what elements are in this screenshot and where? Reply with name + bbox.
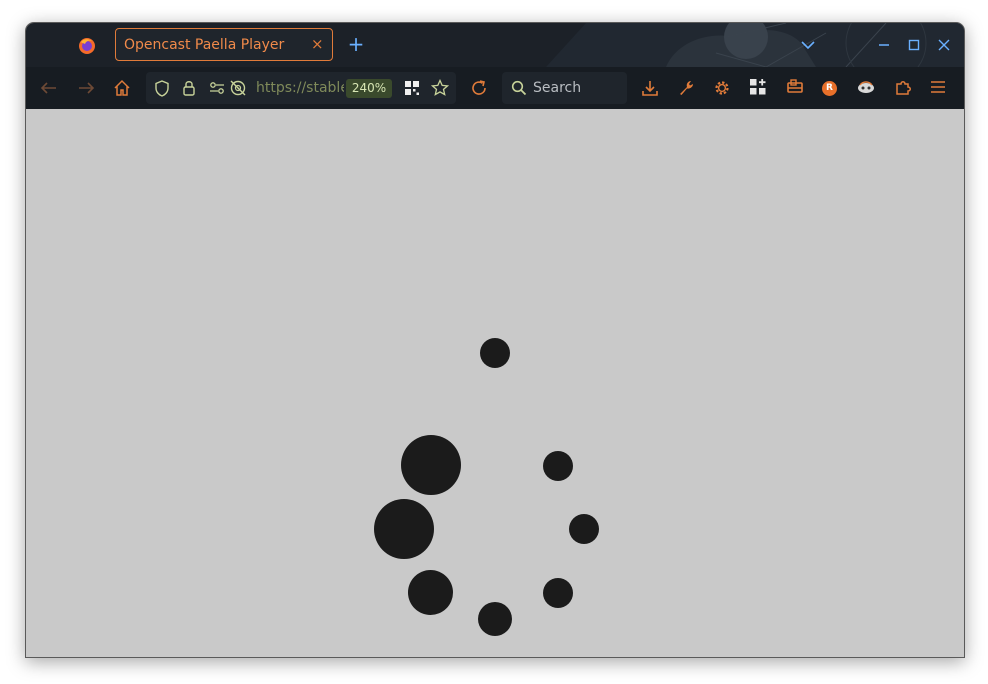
back-arrow-icon[interactable] (40, 80, 58, 96)
download-icon[interactable] (641, 79, 659, 97)
addon-icon[interactable] (857, 79, 875, 95)
minimize-button[interactable] (874, 35, 894, 55)
spinner-dot (569, 514, 599, 544)
browser-window: Opencast Paella Player × + https://stabl… (25, 22, 965, 658)
reload-icon[interactable] (470, 79, 488, 97)
spinner-dot (543, 578, 573, 608)
spinner-dot (480, 338, 510, 368)
new-tab-button[interactable]: + (346, 34, 366, 54)
tab-title: Opencast Paella Player (124, 37, 285, 53)
home-icon[interactable] (113, 79, 131, 97)
chevron-down-icon[interactable] (800, 37, 816, 53)
url-bar[interactable]: https://stable.opencast.org/paella/ui/wa… (146, 72, 456, 104)
zoom-indicator[interactable]: 240% (346, 79, 392, 98)
spinner-dot (478, 602, 512, 636)
bookmark-star-icon[interactable] (431, 79, 449, 97)
url-text[interactable]: https://stable.opencast.org/paella/ui/wa… (256, 80, 344, 96)
search-icon (511, 80, 527, 96)
extensions-puzzle-icon[interactable] (894, 78, 912, 96)
navigation-toolbar: https://stable.opencast.org/paella/ui/wa… (26, 67, 964, 109)
forward-arrow-icon[interactable] (77, 80, 95, 96)
maximize-button[interactable] (904, 35, 924, 55)
tab-bar: Opencast Paella Player × + (26, 23, 964, 67)
firefox-logo-icon (79, 38, 95, 54)
hamburger-menu-icon[interactable] (930, 79, 946, 95)
tab-close-button[interactable]: × (311, 35, 324, 53)
search-bar[interactable]: Search (502, 72, 627, 104)
spinner-dot (374, 499, 434, 559)
search-placeholder: Search (533, 80, 582, 96)
container-icon[interactable] (786, 78, 804, 96)
spinner-dot (543, 451, 573, 481)
lock-icon[interactable] (182, 79, 196, 97)
close-window-button[interactable] (934, 35, 954, 55)
add-extension-icon[interactable] (750, 79, 766, 95)
qr-code-icon[interactable] (405, 81, 419, 95)
tracking-protection-shield-icon[interactable] (154, 80, 170, 97)
spinner-dot (408, 570, 453, 615)
permissions-icon[interactable] (209, 81, 225, 95)
spinner-dot (401, 435, 461, 495)
profile-avatar-icon[interactable]: R (822, 81, 837, 96)
tracking-blocked-icon[interactable] (229, 79, 247, 97)
page-content (26, 109, 964, 657)
gear-icon[interactable] (713, 79, 731, 97)
tab-active[interactable]: Opencast Paella Player × (115, 28, 333, 61)
wrench-icon[interactable] (677, 79, 695, 97)
